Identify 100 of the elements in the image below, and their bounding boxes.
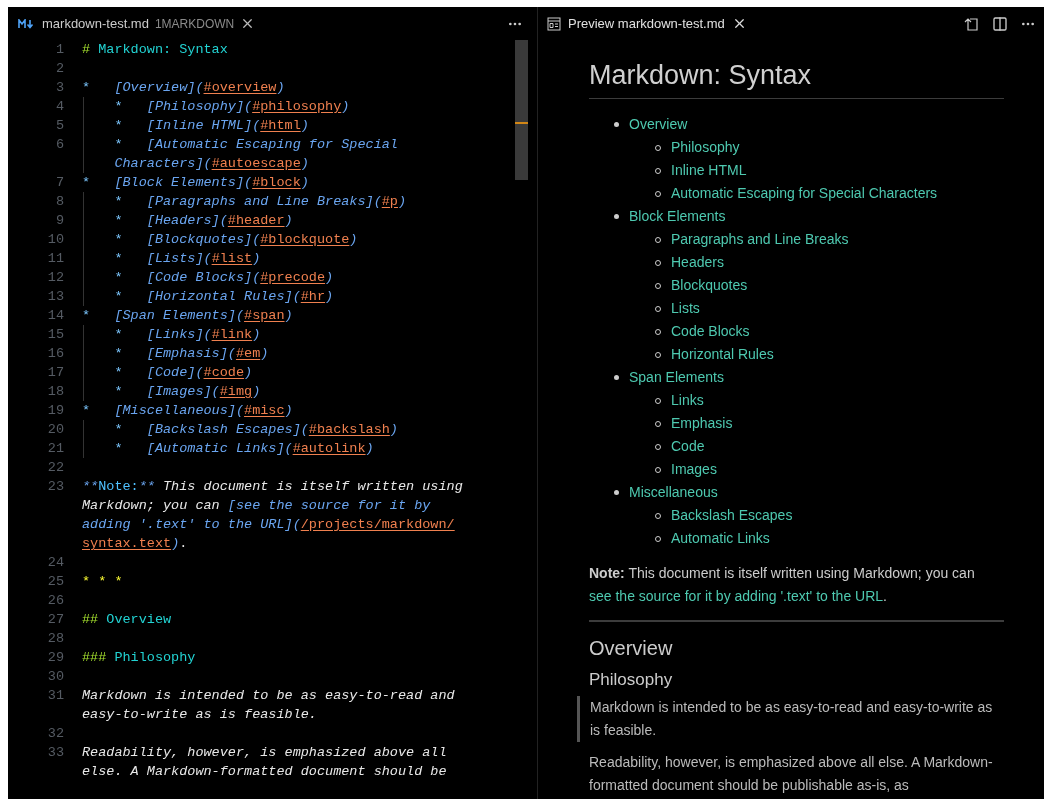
code-text: # [82, 42, 92, 57]
toc-link[interactable]: Horizontal Rules [671, 344, 774, 365]
code-text: Characters]( [113, 156, 212, 171]
code-text: ) [252, 384, 261, 399]
line-number: 22 [46, 459, 64, 477]
toc-link[interactable]: Automatic Links [671, 528, 770, 549]
code-text: ## [82, 612, 100, 627]
code-text: ) [325, 270, 334, 285]
toc-link[interactable]: Block Elements [629, 206, 726, 227]
code-text: [Paragraphs and Line Breaks]( [146, 194, 382, 209]
toc-link[interactable]: Lists [671, 298, 700, 319]
code-text: else. A Markdown-formatted document should be [82, 764, 447, 779]
code-text: * [82, 80, 92, 95]
toc-link[interactable]: Miscellaneous [629, 482, 718, 503]
code-text: #precode [260, 270, 326, 285]
code-text: ) [300, 156, 309, 171]
code-text: [Overview]( [114, 80, 204, 95]
tab-title: markdown-test.md [42, 14, 149, 33]
toc-link[interactable]: Images [671, 459, 717, 480]
toc-link[interactable]: Paragraphs and Line Breaks [671, 229, 849, 250]
code-text: ) [397, 194, 407, 209]
code-text: ) [276, 80, 285, 95]
code-text: * [82, 403, 92, 418]
code-text: ** [82, 479, 99, 494]
problem-count-label: 1MARKDOWN [154, 15, 235, 33]
toc-link[interactable]: Code [671, 436, 705, 457]
code-text: ) [284, 403, 293, 418]
code-text: [Lists]( [146, 251, 212, 266]
code-text: [Links]( [146, 327, 212, 342]
preview-icon [547, 16, 561, 31]
code-text: * [113, 327, 124, 342]
toc-link[interactable]: Links [671, 390, 704, 411]
code-text: * [113, 99, 124, 114]
line-number: 11 [46, 250, 64, 268]
code-text: * [113, 441, 124, 456]
line-number: 6 [54, 136, 64, 154]
section-heading: Overview [589, 636, 674, 661]
code-text: ) [341, 99, 350, 114]
line-number: 31 [46, 687, 64, 705]
line-number: 32 [46, 725, 64, 743]
code-text: [Backslash Escapes]( [146, 422, 309, 437]
line-number: 16 [46, 345, 64, 363]
line-number: 9 [54, 212, 64, 230]
code-text: * [113, 346, 124, 361]
code-text: . [179, 536, 188, 551]
line-number: 14 [46, 307, 64, 325]
code-text: #link [211, 327, 253, 342]
markdown-icon [18, 18, 36, 29]
line-number: 15 [46, 326, 64, 344]
editor-tab[interactable]: markdown-test.md 1MARKDOWN [8, 7, 266, 40]
preview-tab[interactable]: Preview markdown-test.md [538, 7, 757, 40]
code-text: Philosophy [114, 650, 196, 665]
tab-title: Preview markdown-test.md [568, 14, 725, 33]
toc-link[interactable]: Span Elements [629, 367, 724, 388]
line-number: 27 [46, 611, 64, 629]
line-number: 13 [46, 288, 64, 306]
toc-link[interactable]: Emphasis [671, 413, 733, 434]
code-text: * [113, 251, 124, 266]
file-arrow-icon[interactable] [964, 15, 980, 32]
toc-link[interactable]: Automatic Escaping for Special Characters [671, 183, 938, 204]
code-text: easy-to-write as is feasible. [82, 707, 317, 722]
note-paragraph: Note: This document is itself written using Markdown; you can see the source for it by adding '.text' to the URL. [589, 564, 976, 606]
code-text: ) [365, 441, 374, 456]
code-text: [Span Elements]( [114, 308, 245, 323]
code-text: [Emphasis]( [146, 346, 236, 361]
code-text: #span [244, 308, 285, 323]
code-text: ) [389, 422, 398, 437]
code-text: [Headers]( [146, 213, 228, 228]
line-number: 33 [46, 744, 64, 762]
line-number: 28 [46, 630, 64, 648]
code-text: #autoescape [211, 156, 301, 171]
code-text: * [113, 118, 124, 133]
scrollbar-thumb[interactable] [515, 40, 528, 180]
line-number: 25 [46, 573, 64, 591]
line-number: 8 [54, 193, 64, 211]
split-editor-icon[interactable] [992, 15, 1008, 32]
line-number: 21 [46, 440, 64, 458]
toc-link[interactable]: Inline HTML [671, 160, 747, 181]
code-text: * [82, 308, 92, 323]
code-text: [Philosophy]( [146, 99, 253, 114]
code-text: [Horizontal Rules]( [146, 289, 301, 304]
toc-link[interactable]: Blockquotes [671, 275, 748, 296]
toc-link[interactable]: Code Blocks [671, 321, 750, 342]
code-text: * [113, 289, 124, 304]
code-text: [Automatic Escaping for Special [146, 137, 398, 152]
code-text: [Blockquotes]( [146, 232, 261, 247]
line-number: 10 [46, 231, 64, 249]
toc-link[interactable]: Headers [671, 252, 724, 273]
toc-link[interactable]: Backslash Escapes [671, 505, 793, 526]
toc-link[interactable]: Overview [629, 114, 688, 135]
code-text: adding '.text' to the URL]( [82, 517, 301, 532]
code-text: * [113, 137, 124, 152]
line-number: 19 [46, 402, 64, 420]
code-text: ) [284, 213, 293, 228]
code-text: ) [349, 232, 358, 247]
toc-link[interactable]: Philosophy [671, 137, 740, 158]
line-number: 26 [46, 592, 64, 610]
line-number: 1 [54, 41, 64, 59]
code-text: #img [219, 384, 253, 399]
code-text: #autolink [292, 441, 366, 456]
